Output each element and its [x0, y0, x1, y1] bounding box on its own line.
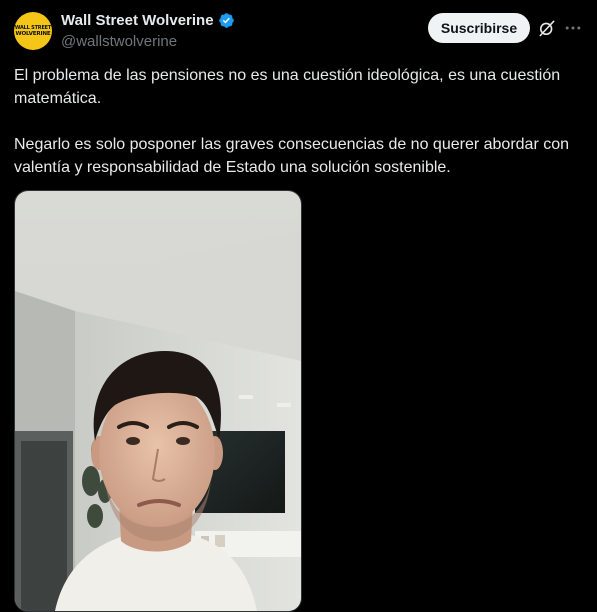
tweet-paragraph: El problema de las pensiones no es una c… [14, 67, 561, 107]
author-display-name[interactable]: Wall Street Wolverine [61, 12, 214, 29]
avatar-text-line2: WOLVERINE [15, 31, 51, 37]
verified-badge-icon[interactable] [218, 12, 235, 29]
video-frame-illustration [15, 191, 301, 611]
tweet-text: El problema de las pensiones no es una c… [14, 64, 584, 179]
tweet-paragraph: Negarlo es solo posponer las graves cons… [14, 136, 570, 176]
tweet: WALL STREET WOLVERINE Wall Street Wolver… [0, 0, 597, 612]
grok-icon[interactable] [537, 18, 557, 38]
author-handle[interactable]: @wallstwolverine [61, 33, 177, 50]
subscribe-button[interactable]: Suscribirse [428, 13, 530, 43]
video-thumbnail[interactable] [14, 190, 302, 612]
avatar[interactable]: WALL STREET WOLVERINE [14, 12, 52, 50]
author-name-row: Wall Street Wolverine [61, 12, 235, 29]
more-icon[interactable] [563, 18, 583, 38]
